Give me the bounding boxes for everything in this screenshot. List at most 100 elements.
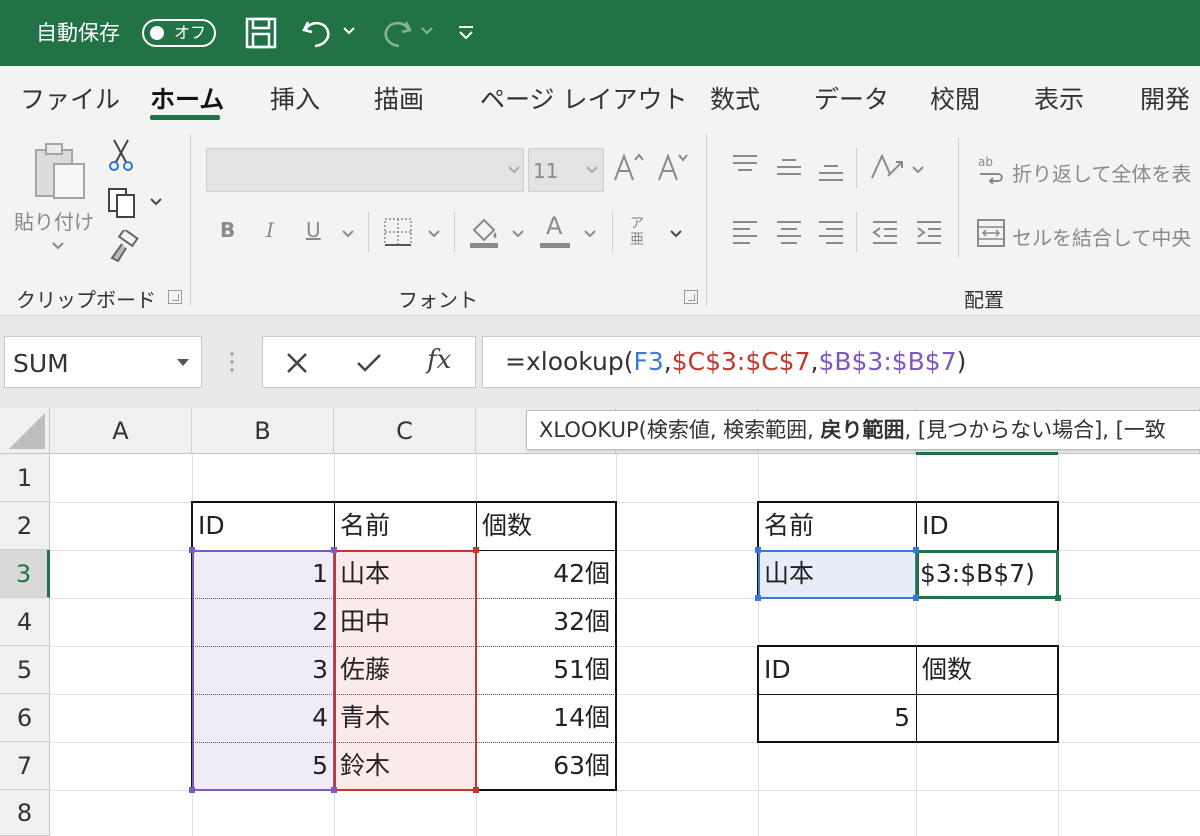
row-header-6[interactable]: 6 [0,694,50,742]
wrap-text-icon[interactable]: ab [976,154,1006,184]
fill-handle[interactable] [1055,595,1061,601]
select-all-button[interactable] [0,408,50,454]
range-handle[interactable] [913,547,919,553]
table1-inner-line [334,502,335,550]
phonetic-guide-button[interactable]: ア亜 [630,216,646,248]
row-header-8[interactable]: 8 [0,790,50,836]
formula-token: $B$3:$B$7 [818,347,957,376]
paste-label[interactable]: 貼り付け [14,206,94,235]
customize-quick-access-icon[interactable] [456,24,476,42]
bottom-align-icon[interactable] [816,158,846,186]
bold-button[interactable]: B [220,218,235,242]
tab-draw[interactable]: 描画 [374,80,424,116]
range-handle[interactable] [913,595,919,601]
column-header-b[interactable]: B [192,408,334,454]
top-align-icon[interactable] [730,152,760,180]
copy-icon[interactable] [106,186,140,220]
borders-dropdown-icon[interactable] [426,228,442,240]
table2-inner-line [916,502,917,550]
range-handle[interactable] [189,547,195,553]
worksheet: ABCDEFGH 12345678 ID名前個数1山本42個2田中32個3佐藤5… [0,408,1200,836]
italic-button[interactable]: I [266,218,274,242]
formula-buttons: fx [262,336,476,388]
font-color-button[interactable]: A [546,212,562,240]
undo-dropdown-icon[interactable] [340,24,358,38]
orientation-icon[interactable] [868,150,908,184]
align-right-icon[interactable] [816,218,846,246]
range-handle[interactable] [473,787,479,793]
cut-icon[interactable] [106,138,136,172]
row-header-1[interactable]: 1 [0,454,50,502]
underline-dropdown-icon[interactable] [340,228,356,240]
redo-dropdown-icon[interactable] [418,24,436,38]
orientation-dropdown-icon[interactable] [910,164,926,176]
row-header-5[interactable]: 5 [0,646,50,694]
tab-file[interactable]: ファイル [20,80,120,116]
cancel-icon[interactable] [285,351,309,375]
range-handle[interactable] [755,595,761,601]
range-handle[interactable] [331,787,337,793]
font-color-dropdown-icon[interactable] [582,228,598,240]
copy-dropdown-icon[interactable] [148,196,164,208]
formula-input[interactable]: =xlookup(F3,$C$3:$C$7,$B$3:$B$7) [482,336,1200,388]
name-box-dropdown-icon[interactable] [177,359,189,366]
font-name-combo[interactable] [206,148,524,192]
range-handle[interactable] [189,787,195,793]
paste-icon[interactable] [30,140,90,202]
tab-data[interactable]: データ [814,80,889,116]
save-icon[interactable] [244,16,278,50]
clipboard-launcher-icon[interactable] [168,290,182,304]
borders-icon[interactable] [382,216,414,248]
tab-formulas[interactable]: 数式 [710,80,760,116]
tooltip-current-arg: 戻り範囲 [820,418,905,442]
fill-color-icon[interactable] [466,214,502,250]
phonetic-dropdown-icon[interactable] [668,228,684,240]
underline-button[interactable]: U [306,218,321,242]
name-box[interactable]: SUM [4,336,202,388]
increase-indent-icon[interactable] [914,218,944,246]
column-header-c[interactable]: C [334,408,476,454]
align-left-icon[interactable] [730,218,760,246]
middle-align-icon[interactable] [774,154,804,182]
align-center-icon[interactable] [774,218,804,246]
autosave-toggle[interactable]: オフ [142,19,216,47]
range-handle[interactable] [473,547,479,553]
merge-center-button[interactable]: セルを結合して中央 [1012,222,1191,251]
row-header-4[interactable]: 4 [0,598,50,646]
font-launcher-icon[interactable] [684,290,698,304]
enter-icon[interactable] [355,351,383,375]
wrap-text-button[interactable]: 折り返して全体を表 [1012,158,1191,187]
merge-center-icon[interactable] [976,218,1006,248]
tab-developer[interactable]: 開発 [1140,80,1190,116]
font-size-dropdown-icon[interactable] [584,164,600,176]
tooltip-optional-args: , [見つからない場合], [一致 [904,418,1166,442]
tooltip-args: XLOOKUP(検索値, 検索範囲, [539,418,821,442]
range-handle[interactable] [331,547,337,553]
paste-dropdown-icon[interactable] [50,240,66,252]
formula-text: =xlookup(F3,$C$3:$C$7,$B$3:$B$7) [505,347,966,376]
decrease-font-size-icon[interactable] [656,150,690,184]
insert-function-icon[interactable]: fx [427,345,451,375]
row-header-3[interactable]: 3 [0,550,50,598]
tab-home[interactable]: ホーム [150,80,224,116]
range-outline-b [192,550,335,791]
toggle-knob [150,26,164,40]
tab-view[interactable]: 表示 [1034,80,1084,116]
row-header-2[interactable]: 2 [0,502,50,550]
fill-color-dropdown-icon[interactable] [510,228,526,240]
font-name-dropdown-icon[interactable] [506,164,522,176]
tab-review[interactable]: 校閲 [930,80,980,116]
redo-icon[interactable] [380,16,414,50]
format-painter-icon[interactable] [106,230,140,264]
drag-handle-icon[interactable] [228,350,236,374]
tab-insert[interactable]: 挿入 [270,80,320,116]
row-header-7[interactable]: 7 [0,742,50,790]
column-header-a[interactable]: A [50,408,192,454]
ribbon: 貼り付け クリップボード 11 B I U A ア亜 フォント ab 折り返して… [0,124,1200,316]
active-tab-indicator [150,115,220,120]
increase-font-size-icon[interactable] [612,150,646,184]
range-handle[interactable] [755,547,761,553]
decrease-indent-icon[interactable] [870,218,900,246]
tab-page-layout[interactable]: ページ レイアウト [480,80,687,116]
undo-icon[interactable] [300,16,334,50]
